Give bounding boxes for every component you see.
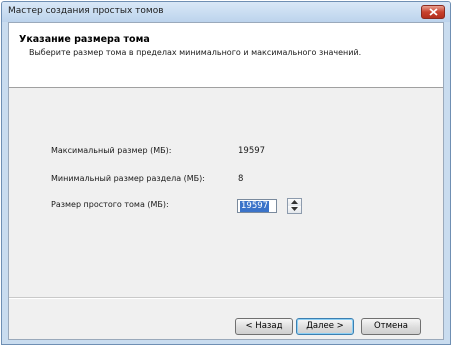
wizard-window: Мастер создания простых томов Указание р… [1, 1, 451, 345]
close-icon [429, 8, 438, 16]
spin-down-button[interactable] [288, 206, 301, 213]
page-subtitle: Выберите размер тома в пределах минималь… [29, 48, 362, 57]
cancel-button[interactable]: Отмена [361, 318, 421, 335]
wizard-client-area: Указание размера тома Выберите размер то… [8, 22, 444, 340]
max-size-label: Максимальный размер (МБ): [51, 146, 172, 155]
min-size-value: 8 [238, 174, 244, 184]
wizard-content: Максимальный размер (МБ): 19597 Минималь… [9, 88, 443, 283]
footer-separator-highlight [9, 298, 443, 299]
window-title: Мастер создания простых томов [8, 6, 164, 16]
title-bar[interactable]: Мастер создания простых томов [2, 2, 450, 22]
min-size-label: Минимальный размер раздела (МБ): [51, 174, 205, 183]
chevron-down-icon [291, 207, 298, 211]
next-button[interactable]: Далее > [296, 318, 354, 335]
volume-size-selected-text: 19597 [240, 201, 270, 212]
back-button[interactable]: < Назад [235, 318, 293, 335]
wizard-header: Указание размера тома Выберите размер то… [9, 23, 443, 88]
close-button[interactable] [421, 5, 445, 19]
max-size-value: 19597 [238, 146, 266, 156]
volume-size-input[interactable]: 19597 [237, 199, 277, 213]
volume-size-label: Размер простого тома (МБ): [51, 200, 169, 209]
page-title: Указание размера тома [19, 34, 150, 45]
volume-size-spinner[interactable] [287, 198, 302, 214]
chevron-up-icon [291, 200, 298, 204]
